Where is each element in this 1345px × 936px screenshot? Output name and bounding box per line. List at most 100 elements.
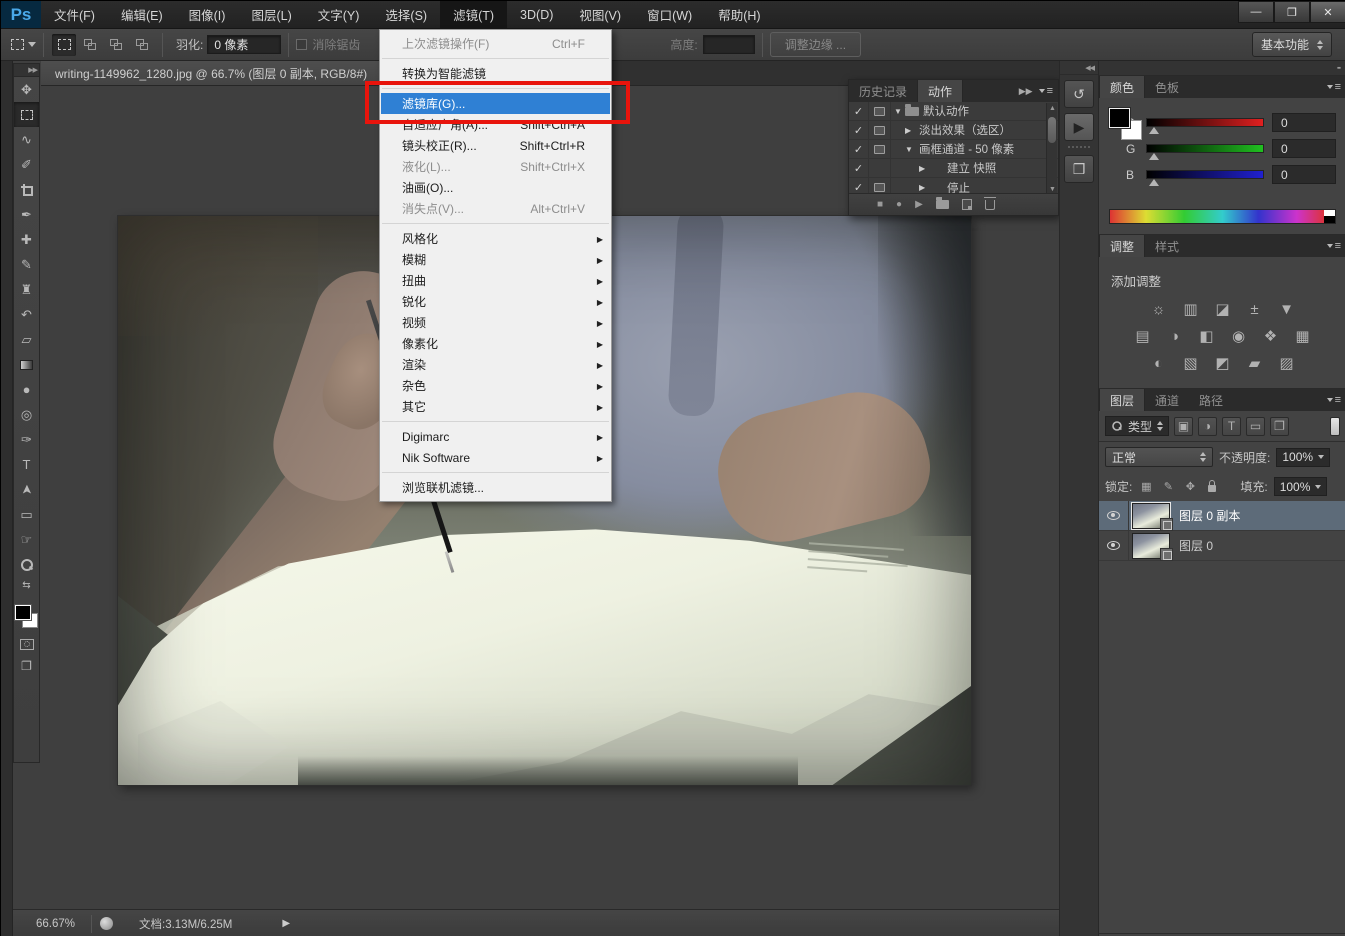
swap-colors-button[interactable]: ⇆ — [14, 577, 39, 593]
layer-name[interactable]: 图层 0 副本 — [1179, 507, 1240, 524]
exposure-button[interactable]: ± — [1242, 299, 1267, 319]
menu-item-render[interactable]: 渲染 ▶ — [380, 354, 611, 375]
menu-item-digimarc[interactable]: Digimarc ▶ — [380, 426, 611, 447]
menu-select[interactable]: 选择(S) — [372, 1, 440, 28]
dodge-tool[interactable]: ◎ — [14, 402, 39, 427]
action-check-icon[interactable]: ✓ — [849, 102, 869, 120]
color-lookup-button[interactable]: ▦ — [1290, 326, 1315, 346]
blue-value-field[interactable]: 0 — [1272, 165, 1336, 184]
brightness-contrast-button[interactable]: ☼ — [1146, 299, 1171, 319]
layer-thumbnail[interactable] — [1129, 531, 1173, 561]
screen-mode-button[interactable]: ❐ — [14, 655, 39, 677]
invert-button[interactable]: ◐ — [1146, 353, 1171, 373]
slider-thumb[interactable] — [1149, 179, 1159, 186]
hand-tool[interactable]: ☞ — [14, 527, 39, 552]
menu-item-noise[interactable]: 杂色 ▶ — [380, 375, 611, 396]
fill-field[interactable]: 100% — [1274, 477, 1328, 496]
vibrance-button[interactable]: ▼ — [1274, 299, 1299, 319]
dock-collapse-handle[interactable]: ◀◀ — [1060, 61, 1098, 75]
height-input[interactable] — [703, 35, 755, 54]
green-slider[interactable] — [1146, 144, 1264, 153]
panel-menu-icon[interactable]: ≡ — [1039, 87, 1053, 95]
menu-type[interactable]: 文字(Y) — [305, 1, 373, 28]
menu-view[interactable]: 视图(V) — [566, 1, 634, 28]
minimize-button[interactable]: — — [1238, 1, 1274, 23]
layer-filter-type-select[interactable]: 类型 — [1105, 416, 1169, 436]
action-dialog-toggle[interactable] — [869, 121, 891, 139]
quick-selection-tool[interactable]: ✐ — [14, 152, 39, 177]
tab-color[interactable]: 颜色 — [1099, 76, 1145, 98]
filter-smart-object-button[interactable]: ❐ — [1270, 417, 1289, 436]
slider-thumb[interactable] — [1149, 153, 1159, 160]
foreground-color-swatch[interactable] — [15, 605, 31, 620]
toolbar-collapse-handle[interactable]: ▶▶ — [14, 64, 39, 77]
hue-saturation-button[interactable]: ▤ — [1130, 326, 1155, 346]
menu-item-blur[interactable]: 模糊 ▶ — [380, 249, 611, 270]
green-value-field[interactable]: 0 — [1272, 139, 1336, 158]
actions-play-button[interactable]: ▶ — [1064, 113, 1094, 141]
lasso-tool[interactable]: ∿ — [14, 127, 39, 152]
play-selection-button[interactable]: ▶ — [915, 199, 923, 210]
tab-layers[interactable]: 图层 — [1099, 389, 1145, 411]
action-row[interactable]: ✓ ▼ 画框通道 - 50 像素 — [849, 140, 1058, 159]
crop-tool[interactable] — [14, 177, 39, 202]
action-check-icon[interactable]: ✓ — [849, 159, 869, 177]
posterize-button[interactable]: ▧ — [1178, 353, 1203, 373]
color-balance-button[interactable]: ◑ — [1162, 326, 1187, 346]
caret-down-icon[interactable]: ▼ — [891, 145, 905, 154]
photo-filter-button[interactable]: ◉ — [1226, 326, 1251, 346]
spot-healing-brush-tool[interactable]: ✚ — [14, 227, 39, 252]
new-set-button[interactable] — [936, 200, 949, 209]
tab-paths[interactable]: 路径 — [1189, 389, 1233, 411]
eyedropper-tool[interactable]: ✒ — [14, 202, 39, 227]
tool-preset-picker[interactable] — [11, 39, 36, 50]
foreground-color-swatch[interactable] — [1109, 108, 1130, 128]
lock-all-button[interactable] — [1204, 479, 1220, 495]
shape-tool[interactable]: ▭ — [14, 502, 39, 527]
layer-name[interactable]: 图层 0 — [1179, 537, 1213, 554]
filter-toggle-switch[interactable] — [1330, 417, 1340, 436]
opacity-field[interactable]: 100% — [1276, 448, 1330, 467]
scrollbar-thumb[interactable] — [1048, 117, 1056, 143]
panel-expand-icon[interactable]: ▶▶ — [1019, 86, 1033, 97]
menu-window[interactable]: 窗口(W) — [634, 1, 705, 28]
menu-filter[interactable]: 滤镜(T) — [440, 1, 507, 28]
action-check-icon[interactable]: ✓ — [849, 140, 869, 158]
selective-color-button[interactable]: ▰ — [1242, 353, 1267, 373]
gradient-tool[interactable] — [14, 352, 39, 377]
black-swatch[interactable] — [1324, 216, 1335, 223]
menu-item-stylize[interactable]: 风格化 ▶ — [380, 228, 611, 249]
action-row[interactable]: ✓ ▶ 建立 快照 — [849, 159, 1058, 178]
clone-stamp-tool[interactable]: ♜ — [14, 277, 39, 302]
status-expand-arrow[interactable]: ▶ — [282, 918, 290, 929]
menu-item-distort[interactable]: 扭曲 ▶ — [380, 270, 611, 291]
selection-mode-subtract-button[interactable] — [104, 34, 128, 56]
menu-item-video[interactable]: 视频 ▶ — [380, 312, 611, 333]
blur-tool[interactable]: ● — [14, 377, 39, 402]
caret-right-icon[interactable]: ▶ — [891, 126, 905, 135]
action-row[interactable]: ✓ ▶ 淡出效果（选区） — [849, 121, 1058, 140]
menu-item-nik-software[interactable]: Nik Software ▶ — [380, 447, 611, 468]
menu-item-other[interactable]: 其它 ▶ — [380, 396, 611, 417]
threed-panel-button[interactable]: ❒ — [1064, 155, 1094, 183]
menu-item-sharpen[interactable]: 锐化 ▶ — [380, 291, 611, 312]
brush-tool[interactable]: ✎ — [14, 252, 39, 277]
menu-3d[interactable]: 3D(D) — [507, 1, 566, 28]
maximize-button[interactable]: ❐ — [1274, 1, 1310, 23]
color-spectrum-bar[interactable] — [1109, 209, 1336, 224]
move-tool[interactable]: ✥ — [14, 77, 39, 102]
lock-position-button[interactable]: ✥ — [1182, 479, 1198, 495]
pen-tool[interactable]: ✑ — [14, 427, 39, 452]
slider-thumb[interactable] — [1149, 127, 1159, 134]
action-row[interactable]: ✓ ▼ 默认动作 — [849, 102, 1058, 121]
selection-mode-intersect-button[interactable] — [130, 34, 154, 56]
lock-transparency-button[interactable]: ▦ — [1138, 479, 1154, 495]
new-action-button[interactable] — [962, 199, 972, 210]
eraser-tool[interactable]: ▱ — [14, 327, 39, 352]
selection-mode-add-button[interactable] — [78, 34, 102, 56]
menu-layer[interactable]: 图层(L) — [238, 1, 304, 28]
action-dialog-toggle[interactable] — [869, 140, 891, 158]
filter-type-button[interactable]: T — [1222, 417, 1241, 436]
gradient-map-button[interactable]: ▨ — [1274, 353, 1299, 373]
tab-swatches[interactable]: 色板 — [1145, 76, 1189, 98]
